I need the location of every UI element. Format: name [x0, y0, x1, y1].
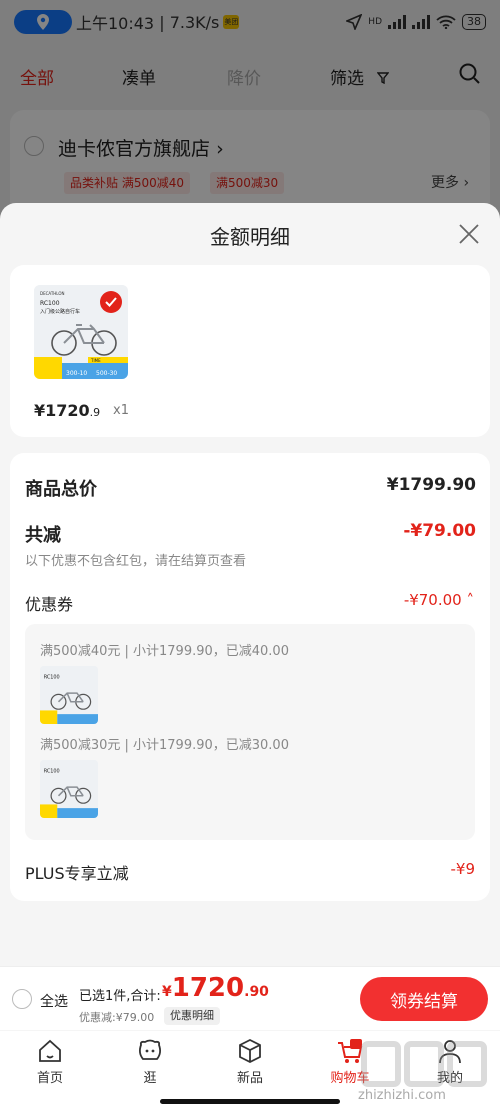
price-detail-card: 商品总价 ¥1799.90 共减 -¥79.00 以下优惠不包含红包，请在结算页…	[10, 453, 490, 901]
checkout-bar: 全选 已选1件,合计: ¥1720.90 优惠减:¥79.00 优惠明细 领券结…	[0, 966, 500, 1030]
currency: ¥	[162, 984, 172, 1000]
thumb-promo: 300-10	[66, 370, 87, 377]
nav-explore[interactable]: 逛	[120, 1037, 180, 1086]
coupon-value[interactable]: -¥70.00 ˄	[404, 591, 474, 609]
nav-explore-label: 逛	[143, 1071, 157, 1086]
reduce-value: -¥79.00	[403, 521, 476, 541]
price-dec: .9	[89, 406, 101, 419]
discount-detail-button[interactable]: 优惠明细	[164, 1007, 220, 1025]
coupon-line: 满500减30元 | 小计1799.90，已减30.00	[40, 738, 289, 753]
thumb-model: RC100	[44, 768, 60, 774]
nav-home-label: 首页	[36, 1071, 63, 1086]
coupon-breakdown: 满500减40元 | 小计1799.90，已减40.00 RC100 满500减…	[25, 624, 475, 840]
thumb-promo: 500-30	[96, 370, 117, 377]
thumb-model: RC100	[44, 674, 60, 680]
discount-summary: 优惠减:¥79.00	[79, 1011, 155, 1024]
plus-value: -¥9	[450, 860, 476, 878]
total-price: ¥1720.90	[162, 973, 269, 1003]
discount-note: 以下优惠不包含红包，请在结算页查看	[25, 554, 247, 569]
reduce-label: 共减	[25, 525, 61, 546]
plus-label: PLUS专享立减	[25, 864, 129, 883]
product-price: ¥1720.9	[34, 401, 100, 420]
thumb-desc: 入门级公路自行车	[40, 308, 80, 315]
thumb-brand: DECATHLON	[40, 291, 65, 296]
selected-check-icon[interactable]	[100, 291, 122, 313]
select-all-radio[interactable]	[12, 989, 32, 1009]
coupon-line: 满500减40元 | 小计1799.90，已减40.00	[40, 644, 289, 659]
product-qty: x1	[113, 403, 129, 418]
check-icon	[105, 297, 117, 307]
bicycle-image: RC100	[40, 666, 98, 724]
bicycle-image: RC100	[40, 760, 98, 818]
cube-icon	[239, 1038, 261, 1064]
thumb-model: RC100	[40, 300, 60, 307]
thumb-pill: TIME	[90, 358, 101, 363]
coupon-label: 优惠券	[25, 595, 74, 614]
watermark-text: zhizhizhi.com	[358, 1088, 446, 1103]
total-int: 1720	[171, 973, 245, 1003]
total-label: 商品总价	[25, 479, 97, 500]
select-all-label[interactable]: 全选	[40, 991, 68, 1011]
selected-summary: 已选1件,合计:	[79, 989, 161, 1004]
home-indicator[interactable]	[160, 1099, 340, 1104]
nav-new[interactable]: 新品	[220, 1037, 280, 1086]
nav-new-label: 新品	[236, 1071, 263, 1086]
product-card: DECATHLON RC100 入门级公路自行车 TIME 300-10 500…	[10, 265, 490, 437]
explore-icon	[138, 1039, 162, 1060]
coupon-product-thumbnail: RC100	[40, 666, 98, 724]
coupon-amount: -¥70.00	[403, 591, 462, 609]
sheet-title: 金额明细	[210, 225, 290, 249]
nav-home[interactable]: 首页	[20, 1037, 80, 1086]
total-dec: .90	[244, 984, 269, 1000]
coupon-product-thumbnail: RC100	[40, 760, 98, 818]
close-icon[interactable]	[458, 223, 480, 245]
price-int: ¥1720	[34, 401, 90, 420]
checkout-button[interactable]: 领券结算	[360, 977, 488, 1021]
chevron-up-icon: ˄	[466, 591, 475, 609]
total-value: ¥1799.90	[386, 475, 476, 495]
home-icon	[39, 1039, 61, 1062]
